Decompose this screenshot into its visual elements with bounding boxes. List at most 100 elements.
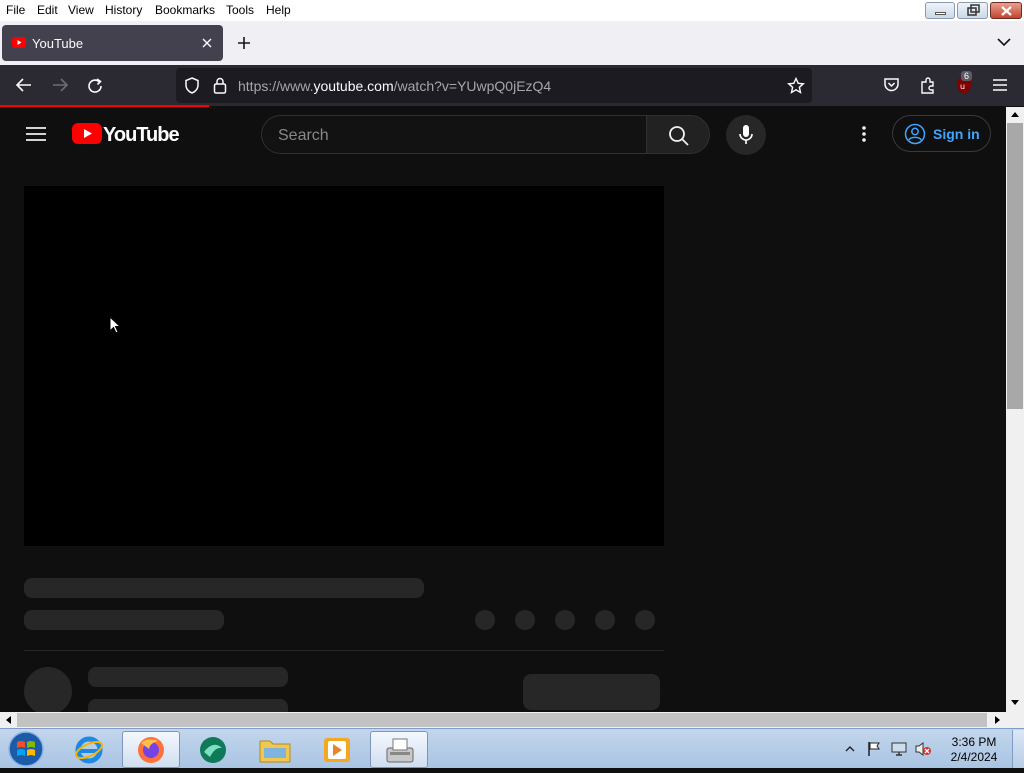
channel-avatar-placeholder (24, 667, 72, 712)
url-text[interactable]: https://www.youtube.com/watch?v=YUwpQ0jE… (238, 78, 551, 94)
search-input[interactable]: Search (261, 115, 647, 154)
url-prefix: https://www. (238, 78, 314, 94)
menu-history[interactable]: History (105, 3, 142, 17)
scroll-down-icon[interactable] (1010, 699, 1020, 707)
taskbar-file-explorer[interactable] (246, 731, 304, 768)
youtube-play-logo-icon (72, 123, 102, 144)
youtube-page: YouTube Search Sign in (0, 107, 1006, 712)
restore-icon (967, 4, 980, 16)
lock-icon[interactable] (213, 77, 227, 94)
svg-text:u: u (960, 82, 965, 91)
internet-explorer-icon (75, 736, 103, 764)
subscriber-placeholder (88, 699, 288, 712)
close-icon (1001, 6, 1012, 16)
channel-name-placeholder (88, 667, 288, 687)
restore-button[interactable] (957, 2, 988, 19)
youtube-logo-text: YouTube (103, 124, 180, 146)
menu-bookmarks[interactable]: Bookmarks (155, 3, 215, 17)
reload-icon[interactable] (87, 77, 105, 95)
show-hidden-icons-icon[interactable] (845, 745, 855, 752)
tab-title: YouTube (32, 36, 84, 51)
horizontal-scroll-thumb[interactable] (17, 713, 987, 727)
search-button[interactable] (646, 115, 710, 154)
start-button[interactable] (6, 730, 46, 768)
youtube-favicon-icon (12, 37, 26, 48)
menu-help[interactable]: Help (266, 3, 291, 17)
action-center-flag-icon[interactable] (866, 741, 882, 757)
mouse-cursor-icon (109, 316, 121, 334)
sign-in-button[interactable]: Sign in (892, 115, 991, 152)
forward-arrow-icon[interactable] (51, 77, 69, 93)
taskbar-internet-explorer[interactable] (60, 731, 118, 768)
taskbar-firefox[interactable] (122, 731, 180, 768)
vertical-scrollbar[interactable] (1006, 107, 1024, 712)
scroll-left-icon[interactable] (4, 715, 12, 725)
more-options-icon[interactable] (861, 125, 867, 143)
action-placeholder (515, 610, 535, 630)
menu-bar: File Edit View History Bookmarks Tools H… (0, 0, 1024, 21)
minimize-button[interactable] (925, 2, 955, 19)
tab-close-icon[interactable] (201, 37, 213, 49)
action-placeholder (635, 610, 655, 630)
url-domain: youtube.com (313, 78, 394, 94)
meta-placeholder (24, 610, 224, 630)
nav-toolbar: https://www.youtube.com/watch?v=YUwpQ0jE… (0, 65, 1024, 106)
ublock-button[interactable]: u 6 (955, 71, 973, 95)
minimize-icon (935, 12, 946, 15)
shield-icon[interactable] (184, 77, 200, 94)
title-placeholder (24, 578, 424, 598)
microphone-icon (739, 125, 753, 144)
scrollbar-corner (1006, 712, 1024, 728)
url-bar[interactable]: https://www.youtube.com/watch?v=YUwpQ0jE… (176, 68, 812, 103)
system-clock[interactable]: 3:36 PM 2/4/2024 (942, 735, 1006, 765)
vertical-scroll-thumb[interactable] (1007, 123, 1023, 409)
taskbar: 3:36 PM 2/4/2024 (0, 728, 1024, 768)
windows-start-icon (8, 731, 44, 767)
taskbar-media-player[interactable] (308, 731, 366, 768)
close-window-button[interactable] (990, 2, 1022, 19)
ublock-badge: 6 (961, 71, 973, 81)
action-placeholder (595, 610, 615, 630)
clock-time: 3:36 PM (951, 735, 997, 749)
volume-muted-icon[interactable] (914, 741, 932, 757)
new-tab-icon[interactable] (237, 36, 251, 50)
sign-in-label: Sign in (933, 126, 980, 142)
dreamweaver-icon (200, 737, 226, 763)
taskbar-fax[interactable] (370, 731, 428, 768)
hamburger-menu-icon[interactable] (992, 78, 1008, 92)
menu-file[interactable]: File (6, 3, 25, 17)
file-explorer-icon (259, 740, 291, 763)
scroll-up-icon[interactable] (1010, 110, 1020, 118)
menu-tools[interactable]: Tools (226, 3, 254, 17)
clock-date: 2/4/2024 (950, 750, 998, 764)
tab-youtube[interactable]: YouTube (2, 25, 223, 61)
fax-icon (386, 738, 414, 763)
youtube-logo[interactable]: YouTube (72, 123, 180, 146)
video-player[interactable] (24, 186, 664, 546)
account-icon (904, 123, 926, 145)
tab-strip: YouTube (0, 21, 1024, 65)
pocket-icon[interactable] (883, 77, 900, 93)
divider (24, 650, 664, 651)
network-icon[interactable] (890, 741, 908, 757)
menu-edit[interactable]: Edit (37, 3, 58, 17)
extensions-icon[interactable] (919, 76, 937, 94)
voice-search-button[interactable] (726, 115, 766, 155)
search-icon (669, 126, 689, 146)
subscribe-placeholder (523, 674, 660, 710)
search-placeholder: Search (278, 127, 329, 144)
action-placeholder (475, 610, 495, 630)
guide-menu-icon[interactable] (26, 126, 46, 142)
list-tabs-chevron-icon[interactable] (996, 37, 1012, 47)
taskbar-dreamweaver[interactable] (184, 731, 242, 768)
media-player-icon (324, 738, 350, 762)
action-placeholder (555, 610, 575, 630)
back-arrow-icon[interactable] (15, 77, 33, 93)
url-path: /watch?v=YUwpQ0jEzQ4 (393, 78, 552, 94)
star-icon[interactable] (787, 77, 805, 94)
menu-view[interactable]: View (68, 3, 94, 17)
firefox-icon (138, 737, 164, 763)
horizontal-scrollbar[interactable] (0, 712, 1006, 728)
show-desktop-button[interactable] (1012, 730, 1024, 768)
scroll-right-icon[interactable] (994, 715, 1002, 725)
